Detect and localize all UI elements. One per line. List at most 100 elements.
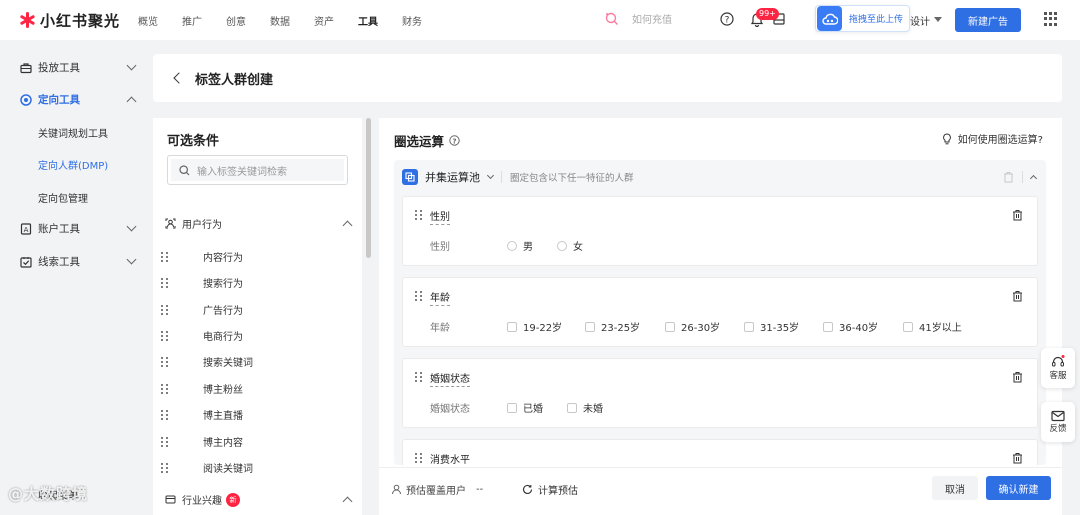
checkbox[interactable] — [507, 402, 517, 413]
sidebar-item-targeting-package[interactable]: 定向包管理 — [38, 190, 88, 205]
drag-handle-icon[interactable] — [161, 462, 169, 473]
confirm-create-button[interactable]: 确认新建 — [986, 476, 1051, 500]
nav-promotion[interactable]: 推广 — [182, 13, 202, 28]
trash-icon[interactable] — [1012, 290, 1023, 302]
age-option[interactable]: 31-35岁 — [744, 319, 799, 334]
design-menu[interactable]: 设计 — [910, 13, 930, 28]
radio-button[interactable] — [507, 240, 517, 251]
marital-option-married[interactable]: 已婚 — [507, 400, 543, 415]
help-search[interactable]: 如何充值 — [604, 11, 672, 26]
checkbox[interactable] — [903, 321, 913, 332]
search-icon — [605, 12, 618, 25]
trash-icon[interactable] — [1012, 452, 1023, 464]
nav-finance[interactable]: 财务 — [402, 13, 422, 28]
help-circle-icon[interactable]: ? — [449, 135, 460, 146]
age-option[interactable]: 26-30岁 — [665, 319, 720, 334]
option-label: 23-25岁 — [601, 323, 641, 334]
sidebar-item-dmp-audience[interactable]: 定向人群(DMP) — [38, 157, 108, 172]
tag-item[interactable]: 内容行为 — [161, 249, 351, 264]
tag-item[interactable]: 广告行为 — [161, 302, 351, 317]
drag-handle-icon[interactable] — [161, 409, 169, 420]
cancel-button[interactable]: 取消 — [932, 476, 978, 500]
age-option[interactable]: 23-25岁 — [585, 319, 640, 334]
upload-dropzone-popup[interactable]: 拖拽至此上传 — [815, 5, 910, 32]
category-user-behavior[interactable]: 用户行为 — [165, 216, 353, 231]
how-to-use-text: 如何使用圈选运算? — [957, 135, 1043, 146]
trash-icon[interactable] — [1012, 209, 1023, 221]
tag-search-input[interactable]: 输入标签关键词检索 — [167, 155, 348, 185]
drag-handle-icon[interactable] — [161, 251, 169, 262]
gender-option-male[interactable]: 男 — [507, 238, 533, 253]
age-option[interactable]: 36-40岁 — [823, 319, 878, 334]
drag-handle-icon[interactable] — [415, 210, 423, 220]
mail-icon — [1051, 410, 1065, 422]
chevron-down-icon[interactable] — [486, 171, 495, 179]
checkbox[interactable] — [567, 402, 577, 413]
chevron-up-icon[interactable] — [1029, 174, 1038, 183]
union-icon — [402, 169, 418, 185]
tag-item[interactable]: 博主内容 — [161, 434, 351, 449]
pool-name[interactable]: 并集运算池 — [425, 169, 480, 185]
trash-icon[interactable] — [1003, 171, 1014, 183]
sidebar-group-label: 定向工具 — [38, 94, 80, 106]
sidebar-group-account-tools[interactable]: A 账户工具 — [20, 221, 137, 236]
card-title: 年龄 — [430, 289, 450, 306]
nav-overview[interactable]: 概览 — [138, 13, 158, 28]
tag-item[interactable]: 电商行为 — [161, 328, 351, 343]
tag-item[interactable]: 阅读关键词 — [161, 460, 351, 475]
checkbox[interactable] — [823, 321, 833, 332]
tag-item[interactable]: 博主直播 — [161, 407, 351, 422]
divider — [1022, 171, 1023, 183]
sidebar-group-lead-tools[interactable]: 线索工具 — [20, 254, 137, 269]
how-to-use-link[interactable]: 如何使用圈选运算? — [942, 131, 1043, 146]
drag-handle-icon[interactable] — [161, 383, 169, 394]
drag-handle-icon[interactable] — [161, 304, 169, 315]
drag-handle-icon[interactable] — [161, 356, 169, 367]
checkbox[interactable] — [585, 321, 595, 332]
checkbox[interactable] — [665, 321, 675, 332]
drag-handle-icon[interactable] — [415, 453, 423, 463]
logo[interactable]: 小红书聚光 — [18, 10, 138, 31]
customer-service-button[interactable]: 客服 — [1041, 348, 1075, 388]
drag-handle-icon[interactable] — [161, 330, 169, 341]
tag-item[interactable]: 博主粉丝 — [161, 381, 351, 396]
nav-tools[interactable]: 工具 — [358, 13, 378, 28]
option-label: 36-40岁 — [839, 323, 879, 334]
feedback-button[interactable]: 反馈 — [1041, 402, 1075, 442]
drag-handle-icon[interactable] — [415, 372, 423, 382]
radio-button[interactable] — [557, 240, 567, 251]
drag-handle-icon[interactable] — [161, 436, 169, 447]
sidebar-group-targeting-tools[interactable]: 定向工具 — [20, 92, 137, 107]
back-arrow-icon[interactable] — [173, 72, 185, 84]
app-grid-icon[interactable] — [1044, 12, 1058, 26]
nav-creative[interactable]: 创意 — [226, 13, 246, 28]
selection-title-text: 圈选运算 — [394, 134, 445, 149]
checkbox[interactable] — [507, 321, 517, 332]
feedback-label: 反馈 — [1049, 424, 1067, 434]
selection-panel-title: 圈选运算 ? — [394, 131, 460, 150]
tag-label: 电商行为 — [203, 332, 243, 343]
category-industry-interest[interactable]: 行业兴趣 新 — [165, 492, 353, 507]
help-circle-icon[interactable]: ? — [718, 10, 736, 28]
sidebar-group-launch-tools[interactable]: 投放工具 — [20, 60, 137, 75]
drag-handle-icon[interactable] — [415, 291, 423, 301]
nav-assets[interactable]: 资产 — [314, 13, 334, 28]
sidebar-item-keyword-planner[interactable]: 关键词规划工具 — [38, 125, 108, 140]
drag-handle-icon[interactable] — [161, 277, 169, 288]
condition-card-marital-status: 婚姻状态 婚姻状态 已婚 未婚 — [402, 358, 1038, 428]
new-ad-button[interactable]: 新建广告 — [955, 8, 1021, 32]
nav-data[interactable]: 数据 — [270, 13, 290, 28]
condition-card-gender: 性别 性别 男 女 — [402, 196, 1038, 266]
calculate-estimate-button[interactable]: 计算预估 — [522, 482, 578, 497]
gender-option-female[interactable]: 女 — [557, 238, 583, 253]
trash-icon[interactable] — [1012, 371, 1023, 383]
tag-item[interactable]: 搜索关键词 — [161, 354, 351, 369]
checkbox[interactable] — [744, 321, 754, 332]
marital-option-single[interactable]: 未婚 — [567, 400, 603, 415]
age-option[interactable]: 19-22岁 — [507, 319, 562, 334]
tag-item[interactable]: 搜索行为 — [161, 275, 351, 290]
caret-down-icon[interactable] — [934, 17, 942, 22]
age-option[interactable]: 41岁以上 — [903, 319, 962, 334]
left-panel-scrollbar[interactable] — [366, 118, 371, 258]
option-label: 31-35岁 — [760, 323, 800, 334]
